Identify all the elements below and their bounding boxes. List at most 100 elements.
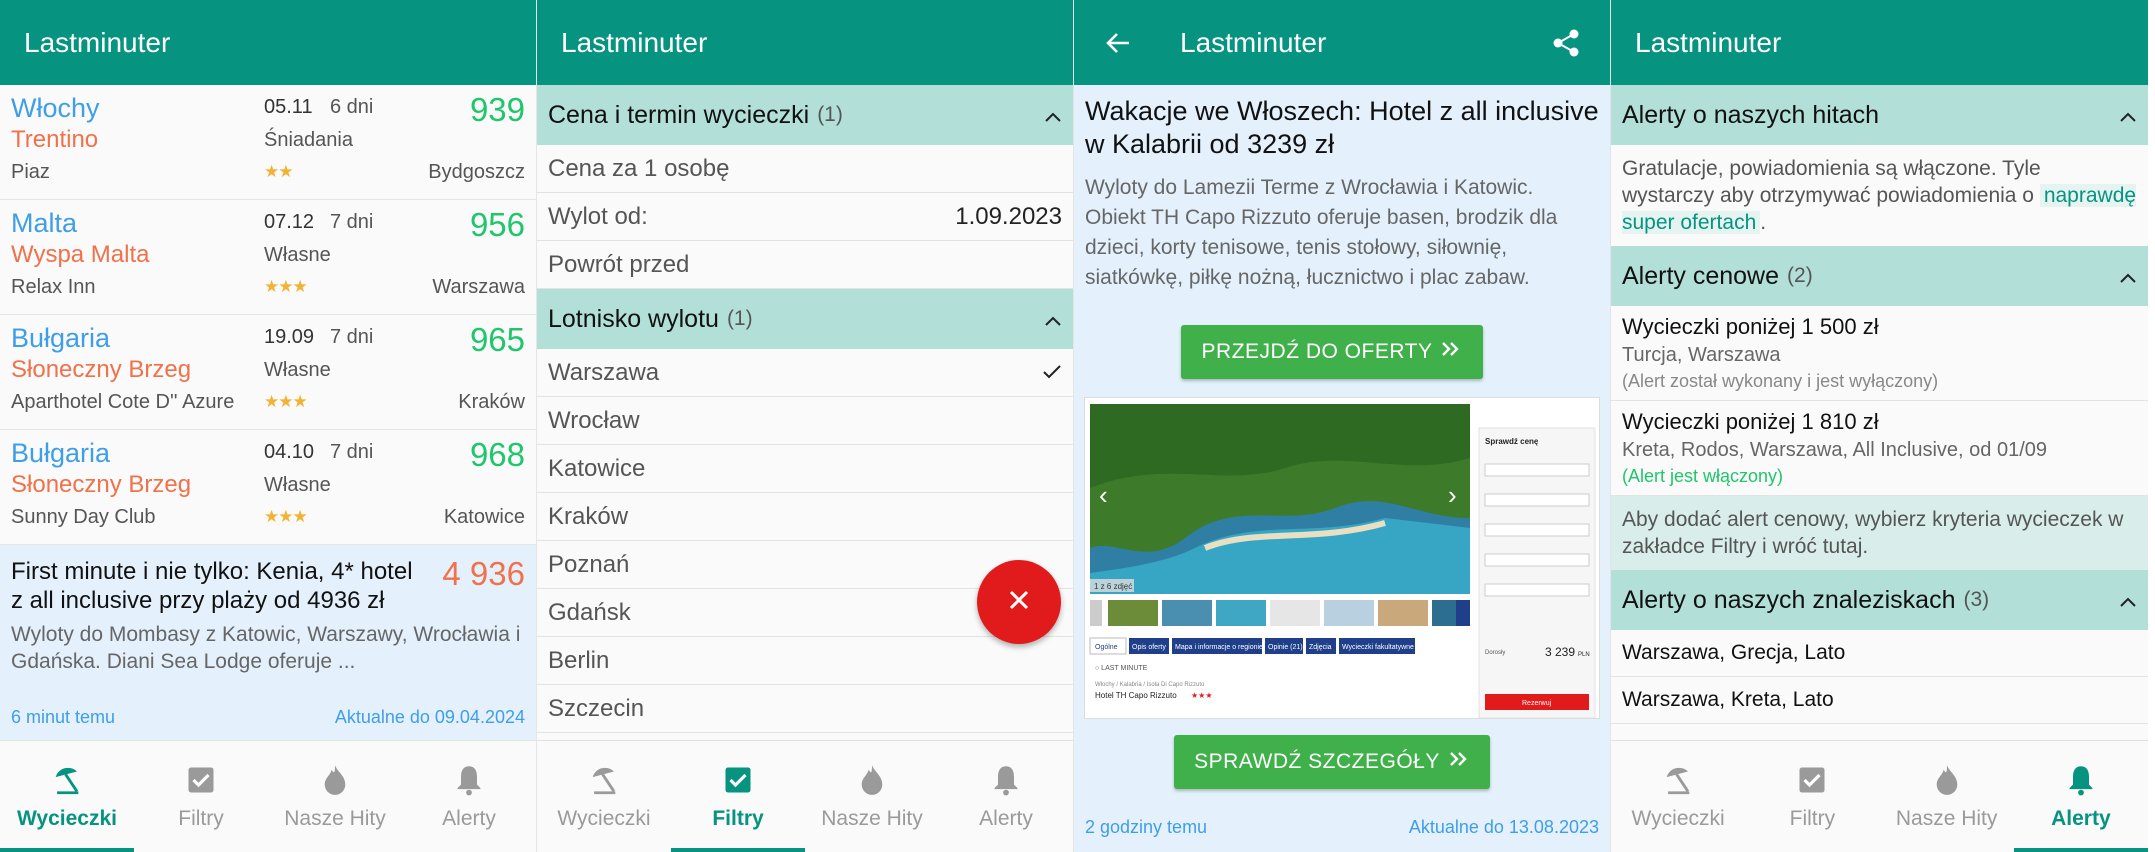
nav-label: Filtry <box>1789 806 1836 830</box>
screen-alerts: Lastminuter Alerty o naszych hitach Grat… <box>1611 0 2148 852</box>
flame-icon <box>321 763 349 797</box>
price-alert-item[interactable]: Wycieczki poniżej 1 500 zł Turcja, Warsz… <box>1611 306 2148 401</box>
offer-departure-city: Kraków <box>458 391 525 413</box>
list-item[interactable]: Bułgaria Słoneczny Brzeg Sunny Day Club … <box>0 430 536 545</box>
promo-title: First minute i nie tylko: Kenia, 4* hote… <box>11 558 413 614</box>
price-alert-hint: Aby dodać alert cenowy, wybierz kryteria… <box>1611 496 2148 570</box>
nav-trips[interactable]: Wycieczki <box>0 741 134 852</box>
departure-date-row[interactable]: Wylot od: 1.09.2023 <box>537 193 1073 241</box>
offer-country: Bułgaria <box>11 438 111 468</box>
app-title: Lastminuter <box>1180 26 1327 58</box>
nav-filters[interactable]: Filtry <box>671 741 805 852</box>
airport-option[interactable]: Katowice <box>537 445 1073 493</box>
alerts-panel: Alerty o naszych hitach Gratulacje, powi… <box>1611 85 2148 740</box>
app-title: Lastminuter <box>24 26 171 58</box>
beach-umbrella-icon <box>50 763 84 797</box>
section-title: Alerty o naszych znaleziskach <box>1622 585 1956 614</box>
nav-filters[interactable]: Filtry <box>134 741 268 852</box>
finds-alert-item[interactable]: Warszawa, Kreta, Lato <box>1611 677 2148 724</box>
return-date-row[interactable]: Powrót przed <box>537 241 1073 289</box>
double-chevron-right-icon <box>1440 340 1462 364</box>
section-title: Alerty cenowe <box>1622 261 1780 290</box>
offer-region: Słoneczny Brzeg <box>11 356 192 383</box>
promo-footer: 6 minut temu Aktualne do 09.04.2024 <box>11 707 525 728</box>
nav-hits[interactable]: Nasze Hity <box>268 741 402 852</box>
nav-alerts[interactable]: Alerty <box>939 741 1073 852</box>
offers-list[interactable]: Włochy Trentino Piaz 05.11 6 dni Śniadan… <box>0 85 536 740</box>
offer-board: Śniadania <box>264 129 353 151</box>
check-details-button[interactable]: SPRAWDŹ SZCZEGÓŁY <box>1174 735 1490 789</box>
nav-label: Alerty <box>2051 806 2111 830</box>
section-finds-alerts[interactable]: Alerty o naszych znaleziskach (3) <box>1611 570 2148 630</box>
nav-alerts[interactable]: Alerty <box>2013 741 2148 852</box>
close-icon <box>1006 587 1032 618</box>
section-count: (1) <box>817 103 843 126</box>
hit-alerts-text: Gratulacje, powiadomienia są włączone. T… <box>1622 157 2041 207</box>
clear-filters-button[interactable] <box>977 560 1061 644</box>
offer-country: Włochy <box>11 93 100 123</box>
list-item[interactable]: Malta Wyspa Malta Relax Inn 07.12 7 dni … <box>0 200 536 315</box>
airport-option[interactable]: Kraków <box>537 493 1073 541</box>
nav-alerts[interactable]: Alerty <box>402 741 536 852</box>
svg-text:Wycieczki fakultatywne: Wycieczki fakultatywne <box>1342 644 1414 651</box>
offer-date: 19.09 <box>264 326 315 348</box>
airport-option[interactable]: Warszawa <box>537 349 1073 397</box>
svg-text:Dorosły: Dorosły <box>1485 650 1505 656</box>
finds-alert-item[interactable]: Warszawa, Grecja, Lato <box>1611 630 2148 677</box>
section-count: (1) <box>726 307 753 330</box>
offer-hotel: Aparthotel Cote D'' Azure <box>11 391 235 413</box>
airport-option[interactable]: Wrocław <box>537 397 1073 445</box>
section-price-alerts[interactable]: Alerty cenowe (2) <box>1611 246 2148 306</box>
detail-content: Wakacje we Włoszech: Hotel z all inclusi… <box>1074 85 1610 852</box>
screen-trips: Lastminuter Włochy Trentino Piaz 05.11 6… <box>0 0 537 852</box>
price-alert-item[interactable]: Wycieczki poniżej 1 810 zł Kreta, Rodos,… <box>1611 401 2148 496</box>
nav-trips[interactable]: Wycieczki <box>1611 741 1745 852</box>
offer-departure-city: Warszawa <box>432 276 525 298</box>
nav-label: Wycieczki <box>16 806 117 830</box>
svg-text:○ LAST MINUTE: ○ LAST MINUTE <box>1095 665 1148 672</box>
offer-date: 04.10 <box>264 441 315 463</box>
photo-counter: 1 z 6 zdjęć <box>1094 582 1132 591</box>
beach-umbrella-icon <box>587 763 621 797</box>
section-hit-alerts[interactable]: Alerty o naszych hitach <box>1611 85 2148 145</box>
star-rating: ★★★ <box>264 507 308 526</box>
section-title: Lotnisko wylotu <box>548 304 719 333</box>
star-rating: ★★★ <box>264 392 308 411</box>
app-bar: Lastminuter <box>1074 0 1610 85</box>
promo-card[interactable]: First minute i nie tylko: Kenia, 4* hote… <box>0 545 536 740</box>
svg-text:Opis oferty: Opis oferty <box>1132 644 1166 651</box>
departure-date-value: 1.09.2023 <box>955 202 1062 230</box>
screen-filters: Lastminuter Cena i termin wycieczki (1) … <box>537 0 1074 852</box>
hit-alerts-text-end: . <box>1760 211 1767 234</box>
share-icon[interactable] <box>1546 23 1586 63</box>
section-departure-airport[interactable]: Lotnisko wylotu (1) <box>537 289 1073 349</box>
list-item[interactable]: Bułgaria Słoneczny Brzeg Aparthotel Cote… <box>0 315 536 430</box>
back-arrow-icon[interactable] <box>1098 23 1138 63</box>
flame-icon <box>1933 763 1961 797</box>
list-item[interactable]: Włochy Trentino Piaz 05.11 6 dni Śniadan… <box>0 85 536 200</box>
nav-trips[interactable]: Wycieczki <box>537 741 671 852</box>
nav-filters[interactable]: Filtry <box>1745 741 1879 852</box>
star-rating: ★★★ <box>264 277 308 296</box>
price-per-person-row[interactable]: Cena za 1 osobę <box>537 145 1073 193</box>
offer-departure-city: Bydgoszcz <box>428 161 525 183</box>
offer-board: Własne <box>264 359 331 381</box>
offer-price: 956 <box>469 206 525 243</box>
svg-text:Ogólne: Ogólne <box>1095 644 1118 651</box>
airport-option[interactable]: Szczecin <box>537 685 1073 733</box>
airport-option[interactable]: Berlin <box>537 637 1073 685</box>
offer-screenshot: 1 z 6 zdjęć ‹ › Ogólne Opis oferty Mapa … <box>1084 397 1600 719</box>
svg-text:Hotel TH Capo Rizzuto: Hotel TH Capo Rizzuto <box>1095 691 1177 700</box>
app-bar: Lastminuter <box>0 0 536 85</box>
nav-hits[interactable]: Nasze Hity <box>805 741 939 852</box>
airport-label: Kraków <box>548 502 629 530</box>
go-to-offer-button[interactable]: PRZEJDŹ DO OFERTY <box>1181 325 1483 379</box>
nav-hits[interactable]: Nasze Hity <box>1880 741 2014 852</box>
section-price-date[interactable]: Cena i termin wycieczki (1) <box>537 85 1073 145</box>
button-label: SPRAWDŹ SZCZEGÓŁY <box>1194 750 1440 773</box>
offer-hotel: Sunny Day Club <box>11 506 156 528</box>
bell-icon <box>2067 763 2095 797</box>
detail-valid-until: Aktualne do 13.08.2023 <box>1408 817 1599 837</box>
offer-region: Wyspa Malta <box>11 241 150 268</box>
svg-text:‹: ‹ <box>1099 480 1108 510</box>
